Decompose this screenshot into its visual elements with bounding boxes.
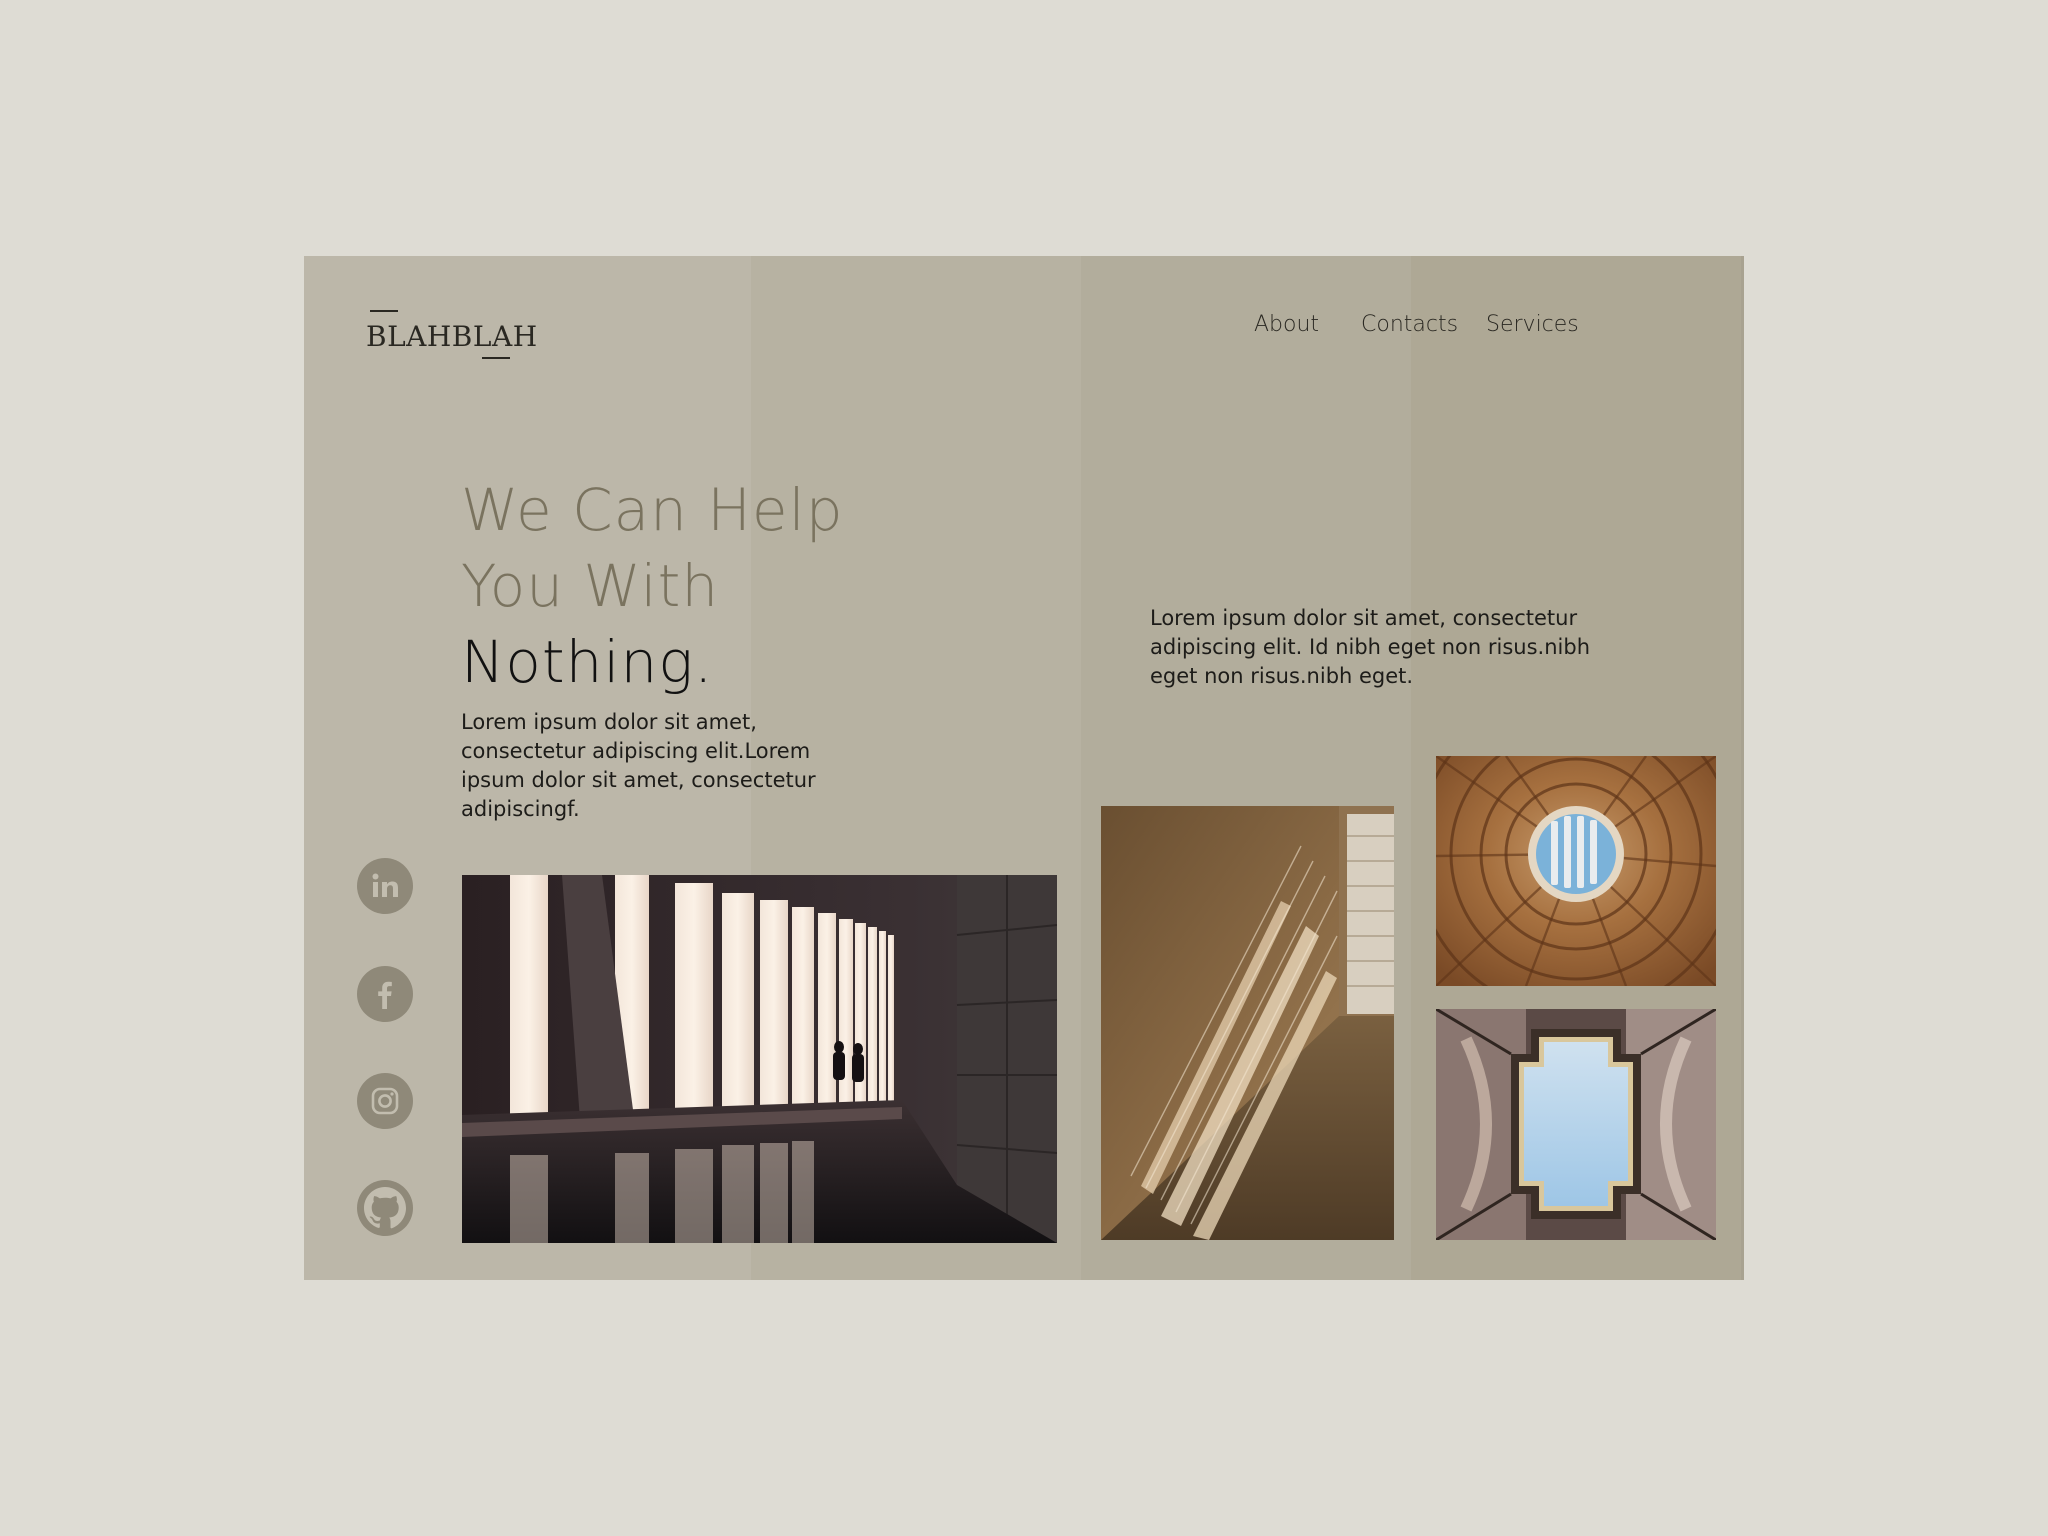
courtyard-photo <box>1436 1009 1716 1240</box>
nav-contacts-link[interactable]: Contacts <box>1361 312 1458 337</box>
hero-heading-line-3: Nothing. <box>461 628 714 696</box>
facebook-link[interactable] <box>357 966 413 1022</box>
instagram-link[interactable] <box>357 1073 413 1129</box>
instagram-icon <box>368 1084 402 1118</box>
hero-section: We Can Help You With Nothing. Lorem ipsu… <box>461 472 881 824</box>
github-link[interactable] <box>357 1180 413 1236</box>
logo-text: BLAHBLAH <box>366 320 538 353</box>
brand-logo[interactable]: BLAHBLAH <box>366 310 537 360</box>
landing-card: BLAHBLAH About Contacts Services We Can … <box>304 256 1744 1280</box>
linkedin-link[interactable] <box>357 858 413 914</box>
hero-description: Lorem ipsum dolor sit amet, consectetur … <box>461 710 816 821</box>
hero-heading-line-2: You With <box>461 552 720 620</box>
logo-accent-line <box>482 357 510 359</box>
nav-services-link[interactable]: Services <box>1486 312 1579 337</box>
github-icon <box>360 1183 410 1233</box>
linkedin-icon <box>368 869 402 903</box>
logo-accent-line <box>370 310 398 312</box>
window-light-photo <box>1101 806 1394 1240</box>
dome-photo <box>1436 756 1716 986</box>
hero-heading-line-1: We Can Help <box>461 476 844 544</box>
side-description: Lorem ipsum dolor sit amet, consectetur … <box>1150 606 1591 688</box>
nav-about-link[interactable]: About <box>1254 312 1319 337</box>
corridor-photo <box>462 875 1057 1243</box>
card-edge <box>1741 256 1744 1280</box>
facebook-icon <box>368 977 402 1011</box>
